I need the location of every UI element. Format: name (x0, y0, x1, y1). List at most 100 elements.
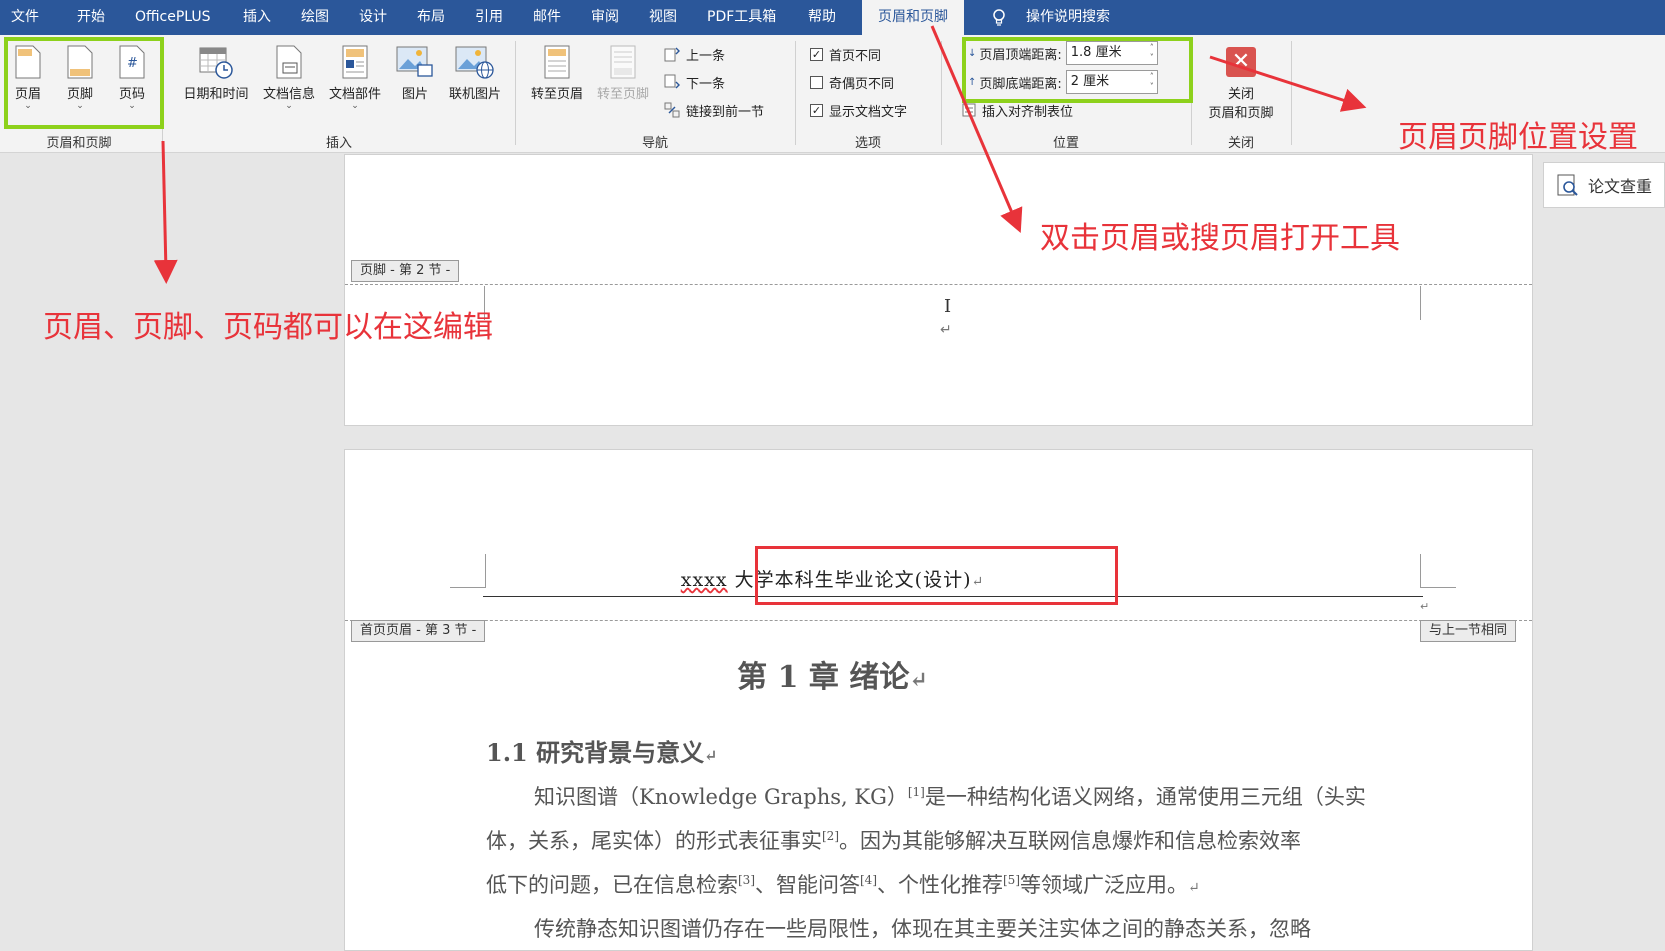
chapter-title: 第 1 章 绪论↵ (0, 652, 1665, 696)
group-label-options: 选项 (854, 136, 881, 151)
picture-button[interactable]: 图片 (394, 45, 436, 102)
goto-footer-button[interactable]: 转至页脚 (592, 45, 654, 102)
paragraph-text: 体，关系，尾实体）的形式表征事实 (486, 829, 822, 853)
citation: [4] (860, 873, 877, 887)
tab-design[interactable]: 设计 (359, 0, 387, 35)
paragraph-line-3: 低下的问题，已在信息检索[3]、智能问答[4]、个性化推荐[5]等领域广泛应用。… (486, 869, 1200, 899)
close-header-footer-button[interactable]: ✕ 关闭 页眉和页脚 (1198, 47, 1284, 121)
checkbox-unchecked (810, 75, 823, 89)
doc-info-button[interactable]: 文档信息 ⌄ (258, 45, 320, 111)
next-label: 下一条 (686, 76, 726, 92)
show-document-text-checkbox[interactable]: ✓ 显示文档文字 (810, 99, 907, 121)
section-title: 1.1 研究背景与意义↵ (486, 733, 718, 768)
goto-header-icon (544, 45, 570, 79)
ribbon-separator (941, 41, 942, 145)
section-paragraph-mark: ↵ (704, 746, 718, 765)
plagiarism-check-label: 论文查重 (1588, 177, 1653, 196)
tell-me-search[interactable]: 操作说明搜索 (1026, 0, 1110, 35)
paragraph-text: 、智能问答 (755, 873, 860, 897)
lightbulb-icon (993, 9, 1005, 26)
paragraph-line-4: 传统静态知识图谱仍存在一些局限性，体现在其主要关注实体之间的静态关系，忽略 (534, 913, 1311, 943)
calendar-clock-icon (199, 47, 233, 79)
align-tab-icon (962, 103, 976, 117)
tab-layout[interactable]: 布局 (417, 0, 445, 35)
citation: [2] (822, 829, 839, 843)
ribbon-separator (1291, 41, 1292, 145)
paragraph-text: 是一种结构化语义网络，通常使用三元组（头实 (924, 785, 1366, 809)
tab-view[interactable]: 视图 (649, 0, 677, 35)
text-cursor-icon: I (944, 296, 952, 317)
tab-review[interactable]: 审阅 (591, 0, 619, 35)
paragraph-text: 知识图谱（Knowledge Graphs, KG） (534, 785, 908, 809)
ribbon-separator (515, 41, 516, 145)
citation: [3] (738, 873, 755, 887)
paragraph-text: 低下的问题，已在信息检索 (486, 873, 738, 897)
margin-corner-mark (1420, 286, 1456, 320)
goto-header-button[interactable]: 转至页眉 (526, 45, 588, 102)
citation: [5] (1003, 873, 1020, 887)
different-first-page-checkbox[interactable]: ✓ 首页不同 (810, 43, 881, 65)
paragraph-line-1: 知识图谱（Knowledge Graphs, KG）[1]是一种结构化语义网络，… (534, 781, 1366, 811)
annotation-double-click: 双击页眉或搜页眉打开工具 (1040, 221, 1400, 256)
tab-mailings[interactable]: 邮件 (533, 0, 561, 35)
goto-footer-label: 转至页脚 (596, 87, 649, 102)
goto-footer-icon (610, 45, 636, 79)
date-time-button[interactable]: 日期和时间 (178, 45, 254, 102)
online-picture-icon (455, 46, 494, 79)
chevron-down-icon: ⌄ (285, 101, 293, 111)
paragraph-text: 传统静态知识图谱仍存在一些局限性，体现在其主要关注实体之间的静态关系，忽略 (534, 917, 1311, 941)
chapter-paragraph-mark: ↵ (909, 667, 928, 693)
footer-boundary-line (345, 284, 1532, 285)
doc-parts-button[interactable]: 文档部件 ⌄ (324, 45, 386, 111)
online-picture-label: 联机图片 (448, 87, 501, 102)
different-odd-even-checkbox[interactable]: 奇偶页不同 (810, 71, 894, 93)
tab-insert[interactable]: 插入 (243, 0, 271, 35)
ribbon-separator (795, 41, 796, 145)
header-boundary-line (345, 620, 1532, 621)
document-search-icon (1557, 174, 1578, 196)
doc-parts-label: 文档部件 (328, 87, 381, 102)
tab-pdf-toolbox[interactable]: PDF工具箱 (707, 0, 776, 35)
arrow-to-editing-note (153, 140, 178, 284)
next-section-icon (664, 74, 680, 89)
doc-info-icon (276, 45, 302, 79)
close-label-line1: 关闭 (1227, 87, 1254, 102)
tab-references[interactable]: 引用 (475, 0, 503, 35)
close-label-line2: 页眉和页脚 (1208, 106, 1274, 121)
doc-info-label: 文档信息 (262, 87, 315, 102)
link-icon (664, 102, 680, 118)
checkbox-checked: ✓ (810, 103, 823, 117)
first-page-header-tag: 首页页眉 - 第 3 节 - (351, 620, 486, 642)
picture-label: 图片 (401, 87, 428, 102)
next-button[interactable]: 下一条 (664, 71, 725, 93)
paragraph-text: 等领域广泛应用。 (1020, 873, 1188, 897)
doc-parts-icon (342, 45, 368, 79)
tab-header-footer[interactable]: 页眉和页脚 (862, 0, 964, 35)
different-first-page-label: 首页不同 (829, 48, 882, 64)
insert-align-tab-label: 插入对齐制表位 (982, 104, 1074, 120)
link-to-previous-button[interactable]: 链接到前一节 (664, 99, 764, 121)
section-title-text: 1.1 研究背景与意义 (486, 738, 705, 767)
tab-officeplus[interactable]: OfficePLUS (135, 0, 211, 35)
header-text-prefix: xxxx (680, 569, 728, 591)
tab-home[interactable]: 开始 (77, 0, 105, 35)
tab-help[interactable]: 帮助 (808, 0, 836, 35)
annotation-position-settings: 页眉页脚位置设置 (1398, 120, 1638, 155)
tab-draw[interactable]: 绘图 (301, 0, 329, 35)
previous-label: 上一条 (686, 48, 726, 64)
paragraph-mark: ↵ (1188, 880, 1200, 896)
previous-button[interactable]: 上一条 (664, 43, 725, 65)
previous-section-icon (664, 47, 680, 62)
picture-icon (396, 46, 433, 77)
online-picture-button[interactable]: 联机图片 (444, 45, 506, 102)
header-end-mark: ↵ (1420, 600, 1430, 613)
show-document-text-label: 显示文档文字 (829, 104, 908, 120)
same-as-previous-tag: 与上一节相同 (1420, 620, 1517, 642)
group-label-position: 位置 (1052, 136, 1079, 151)
chapter-title-text: 第 1 章 绪论 (737, 660, 910, 695)
tab-file[interactable]: 文件 (11, 0, 39, 35)
group-label-header-footer: 页眉和页脚 (46, 136, 112, 151)
group-label-navigation: 导航 (641, 136, 668, 151)
different-odd-even-label: 奇偶页不同 (829, 76, 895, 92)
plagiarism-check-panel[interactable]: 论文查重 (1543, 162, 1665, 208)
